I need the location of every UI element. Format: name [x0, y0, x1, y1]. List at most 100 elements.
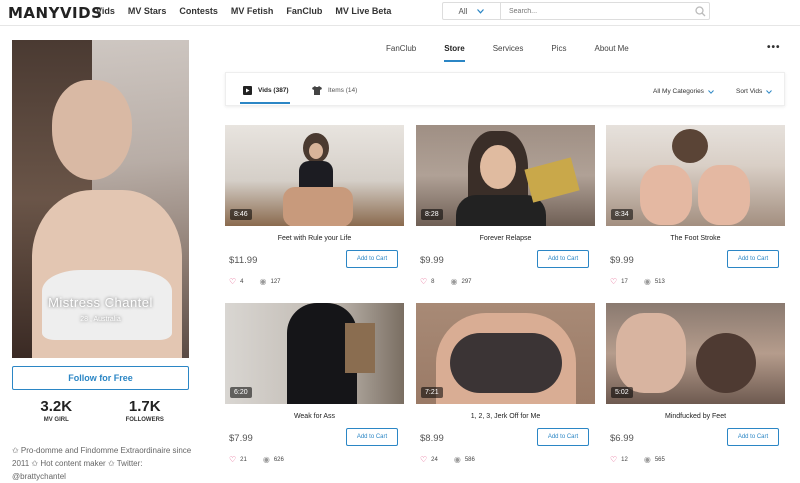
nav-mv-stars[interactable]: MV Stars — [128, 6, 167, 16]
tab-store[interactable]: Store — [444, 44, 465, 62]
video-stats: ♡ 21 ◉ 626 — [229, 455, 284, 464]
eye-icon: ◉ — [262, 455, 270, 464]
heart-icon[interactable]: ♡ — [610, 277, 617, 286]
heart-icon[interactable]: ♡ — [229, 455, 236, 464]
chevron-down-icon — [766, 89, 773, 94]
video-thumbnail[interactable]: 8:28 — [416, 125, 595, 226]
nav-contests[interactable]: Contests — [179, 6, 218, 16]
tab-services[interactable]: Services — [493, 44, 524, 62]
video-title[interactable]: Feet with Rule your Life — [225, 235, 404, 242]
stat-label: MV GIRL — [43, 417, 69, 423]
stat-value: 3.2K — [40, 398, 73, 415]
eye-icon: ◉ — [643, 455, 651, 464]
view-count: 626 — [273, 456, 284, 463]
video-price: $9.99 — [420, 255, 444, 266]
store-subtabs: Vids (387) Items (14) All My Categories … — [225, 72, 785, 106]
heart-icon[interactable]: ♡ — [229, 277, 236, 286]
categories-dropdown[interactable]: All My Categories — [653, 88, 714, 95]
video-price: $7.99 — [229, 433, 253, 444]
active-subtab-indicator — [240, 102, 290, 104]
sort-dropdown-label: Sort Vids — [736, 88, 763, 95]
shirt-icon — [312, 86, 322, 95]
tab-fanclub[interactable]: FanClub — [386, 44, 416, 62]
search-icon[interactable] — [691, 3, 709, 19]
view-count: 297 — [461, 278, 472, 285]
video-title[interactable]: The Foot Stroke — [606, 235, 785, 242]
profile-tabs: FanClub Store Services Pics About Me — [386, 44, 629, 62]
video-card[interactable]: 6:20 Weak for Ass $7.99 Add to Cart ♡ 21… — [225, 303, 404, 464]
heart-icon[interactable]: ♡ — [420, 277, 427, 286]
add-to-cart-button[interactable]: Add to Cart — [727, 250, 779, 268]
video-card[interactable]: 8:34 The Foot Stroke $9.99 Add to Cart ♡… — [606, 125, 785, 286]
top-bar: MANYVIDS Vids MV Stars Contests MV Fetis… — [0, 0, 800, 26]
video-thumbnail[interactable]: 7:21 — [416, 303, 595, 404]
stat-mv-girl: 3.2K MV GIRL — [12, 398, 101, 423]
video-stats: ♡ 24 ◉ 586 — [420, 455, 475, 464]
tab-about-me[interactable]: About Me — [595, 44, 629, 62]
like-count: 8 — [431, 278, 435, 285]
video-card[interactable]: 8:46 Feet with Rule your Life $11.99 Add… — [225, 125, 404, 286]
add-to-cart-button[interactable]: Add to Cart — [346, 250, 398, 268]
video-duration: 8:46 — [230, 209, 252, 220]
search-bar: All — [442, 2, 710, 20]
eye-icon: ◉ — [453, 455, 461, 464]
video-duration: 8:28 — [421, 209, 443, 220]
profile-stats: 3.2K MV GIRL 1.7K FOLLOWERS — [12, 398, 189, 423]
nav-fanclub[interactable]: FanClub — [286, 6, 322, 16]
eye-icon: ◉ — [259, 277, 267, 286]
video-card[interactable]: 7:21 1, 2, 3, Jerk Off for Me $8.99 Add … — [416, 303, 595, 464]
stat-label: FOLLOWERS — [125, 417, 164, 423]
eye-icon: ◉ — [450, 277, 458, 286]
subtab-vids[interactable]: Vids (387) — [243, 86, 289, 95]
site-logo[interactable]: MANYVIDS — [8, 4, 102, 22]
tab-pics[interactable]: Pics — [551, 44, 566, 62]
video-thumbnail[interactable]: 6:20 — [225, 303, 404, 404]
video-title[interactable]: Weak for Ass — [225, 413, 404, 420]
profile-location: 28 , Australia — [80, 316, 121, 323]
add-to-cart-button[interactable]: Add to Cart — [537, 250, 589, 268]
video-stats: ♡ 4 ◉ 127 — [229, 277, 281, 286]
heart-icon[interactable]: ♡ — [610, 455, 617, 464]
sort-dropdown[interactable]: Sort Vids — [736, 88, 773, 95]
subtab-items-label: Items (14) — [328, 87, 358, 94]
video-title[interactable]: 1, 2, 3, Jerk Off for Me — [416, 413, 595, 420]
categories-dropdown-label: All My Categories — [653, 88, 704, 95]
nav-mv-live[interactable]: MV Live Beta — [335, 6, 391, 16]
more-options-icon[interactable]: ••• — [767, 42, 781, 53]
video-thumbnail[interactable]: 5:02 — [606, 303, 785, 404]
profile-photo: Mistress Chantel 28 , Australia — [12, 40, 189, 358]
video-thumbnail[interactable]: 8:34 — [606, 125, 785, 226]
video-duration: 6:20 — [230, 387, 252, 398]
nav-vids[interactable]: Vids — [96, 6, 115, 16]
subtab-vids-label: Vids (387) — [258, 87, 289, 94]
video-duration: 5:02 — [611, 387, 633, 398]
video-title[interactable]: Forever Relapse — [416, 235, 595, 242]
main-nav: Vids MV Stars Contests MV Fetish FanClub… — [96, 6, 391, 16]
nav-mv-fetish[interactable]: MV Fetish — [231, 6, 274, 16]
add-to-cart-button[interactable]: Add to Cart — [346, 428, 398, 446]
view-count: 565 — [654, 456, 665, 463]
video-card[interactable]: 8:28 Forever Relapse $9.99 Add to Cart ♡… — [416, 125, 595, 286]
profile-bio: ✩ Pro-domme and Findomme Extraordinaire … — [12, 446, 192, 481]
like-count: 4 — [240, 278, 244, 285]
stat-followers: 1.7K FOLLOWERS — [101, 398, 190, 423]
video-stats: ♡ 12 ◉ 565 — [610, 455, 665, 464]
video-thumbnail[interactable]: 8:46 — [225, 125, 404, 226]
video-price: $9.99 — [610, 255, 634, 266]
like-count: 17 — [621, 278, 628, 285]
video-card[interactable]: 5:02 Mindfucked by Feet $6.99 Add to Car… — [606, 303, 785, 464]
chevron-down-icon — [708, 89, 714, 94]
video-stats: ♡ 8 ◉ 297 — [420, 277, 472, 286]
add-to-cart-button[interactable]: Add to Cart — [727, 428, 779, 446]
video-duration: 8:34 — [611, 209, 633, 220]
video-price: $8.99 — [420, 433, 444, 444]
heart-icon[interactable]: ♡ — [420, 455, 427, 464]
search-category-select[interactable]: All — [443, 3, 501, 19]
video-title[interactable]: Mindfucked by Feet — [606, 413, 785, 420]
video-price: $6.99 — [610, 433, 634, 444]
search-input[interactable] — [501, 3, 691, 19]
subtab-items[interactable]: Items (14) — [312, 86, 357, 95]
view-count: 127 — [270, 278, 281, 285]
follow-button[interactable]: Follow for Free — [12, 366, 189, 390]
add-to-cart-button[interactable]: Add to Cart — [537, 428, 589, 446]
